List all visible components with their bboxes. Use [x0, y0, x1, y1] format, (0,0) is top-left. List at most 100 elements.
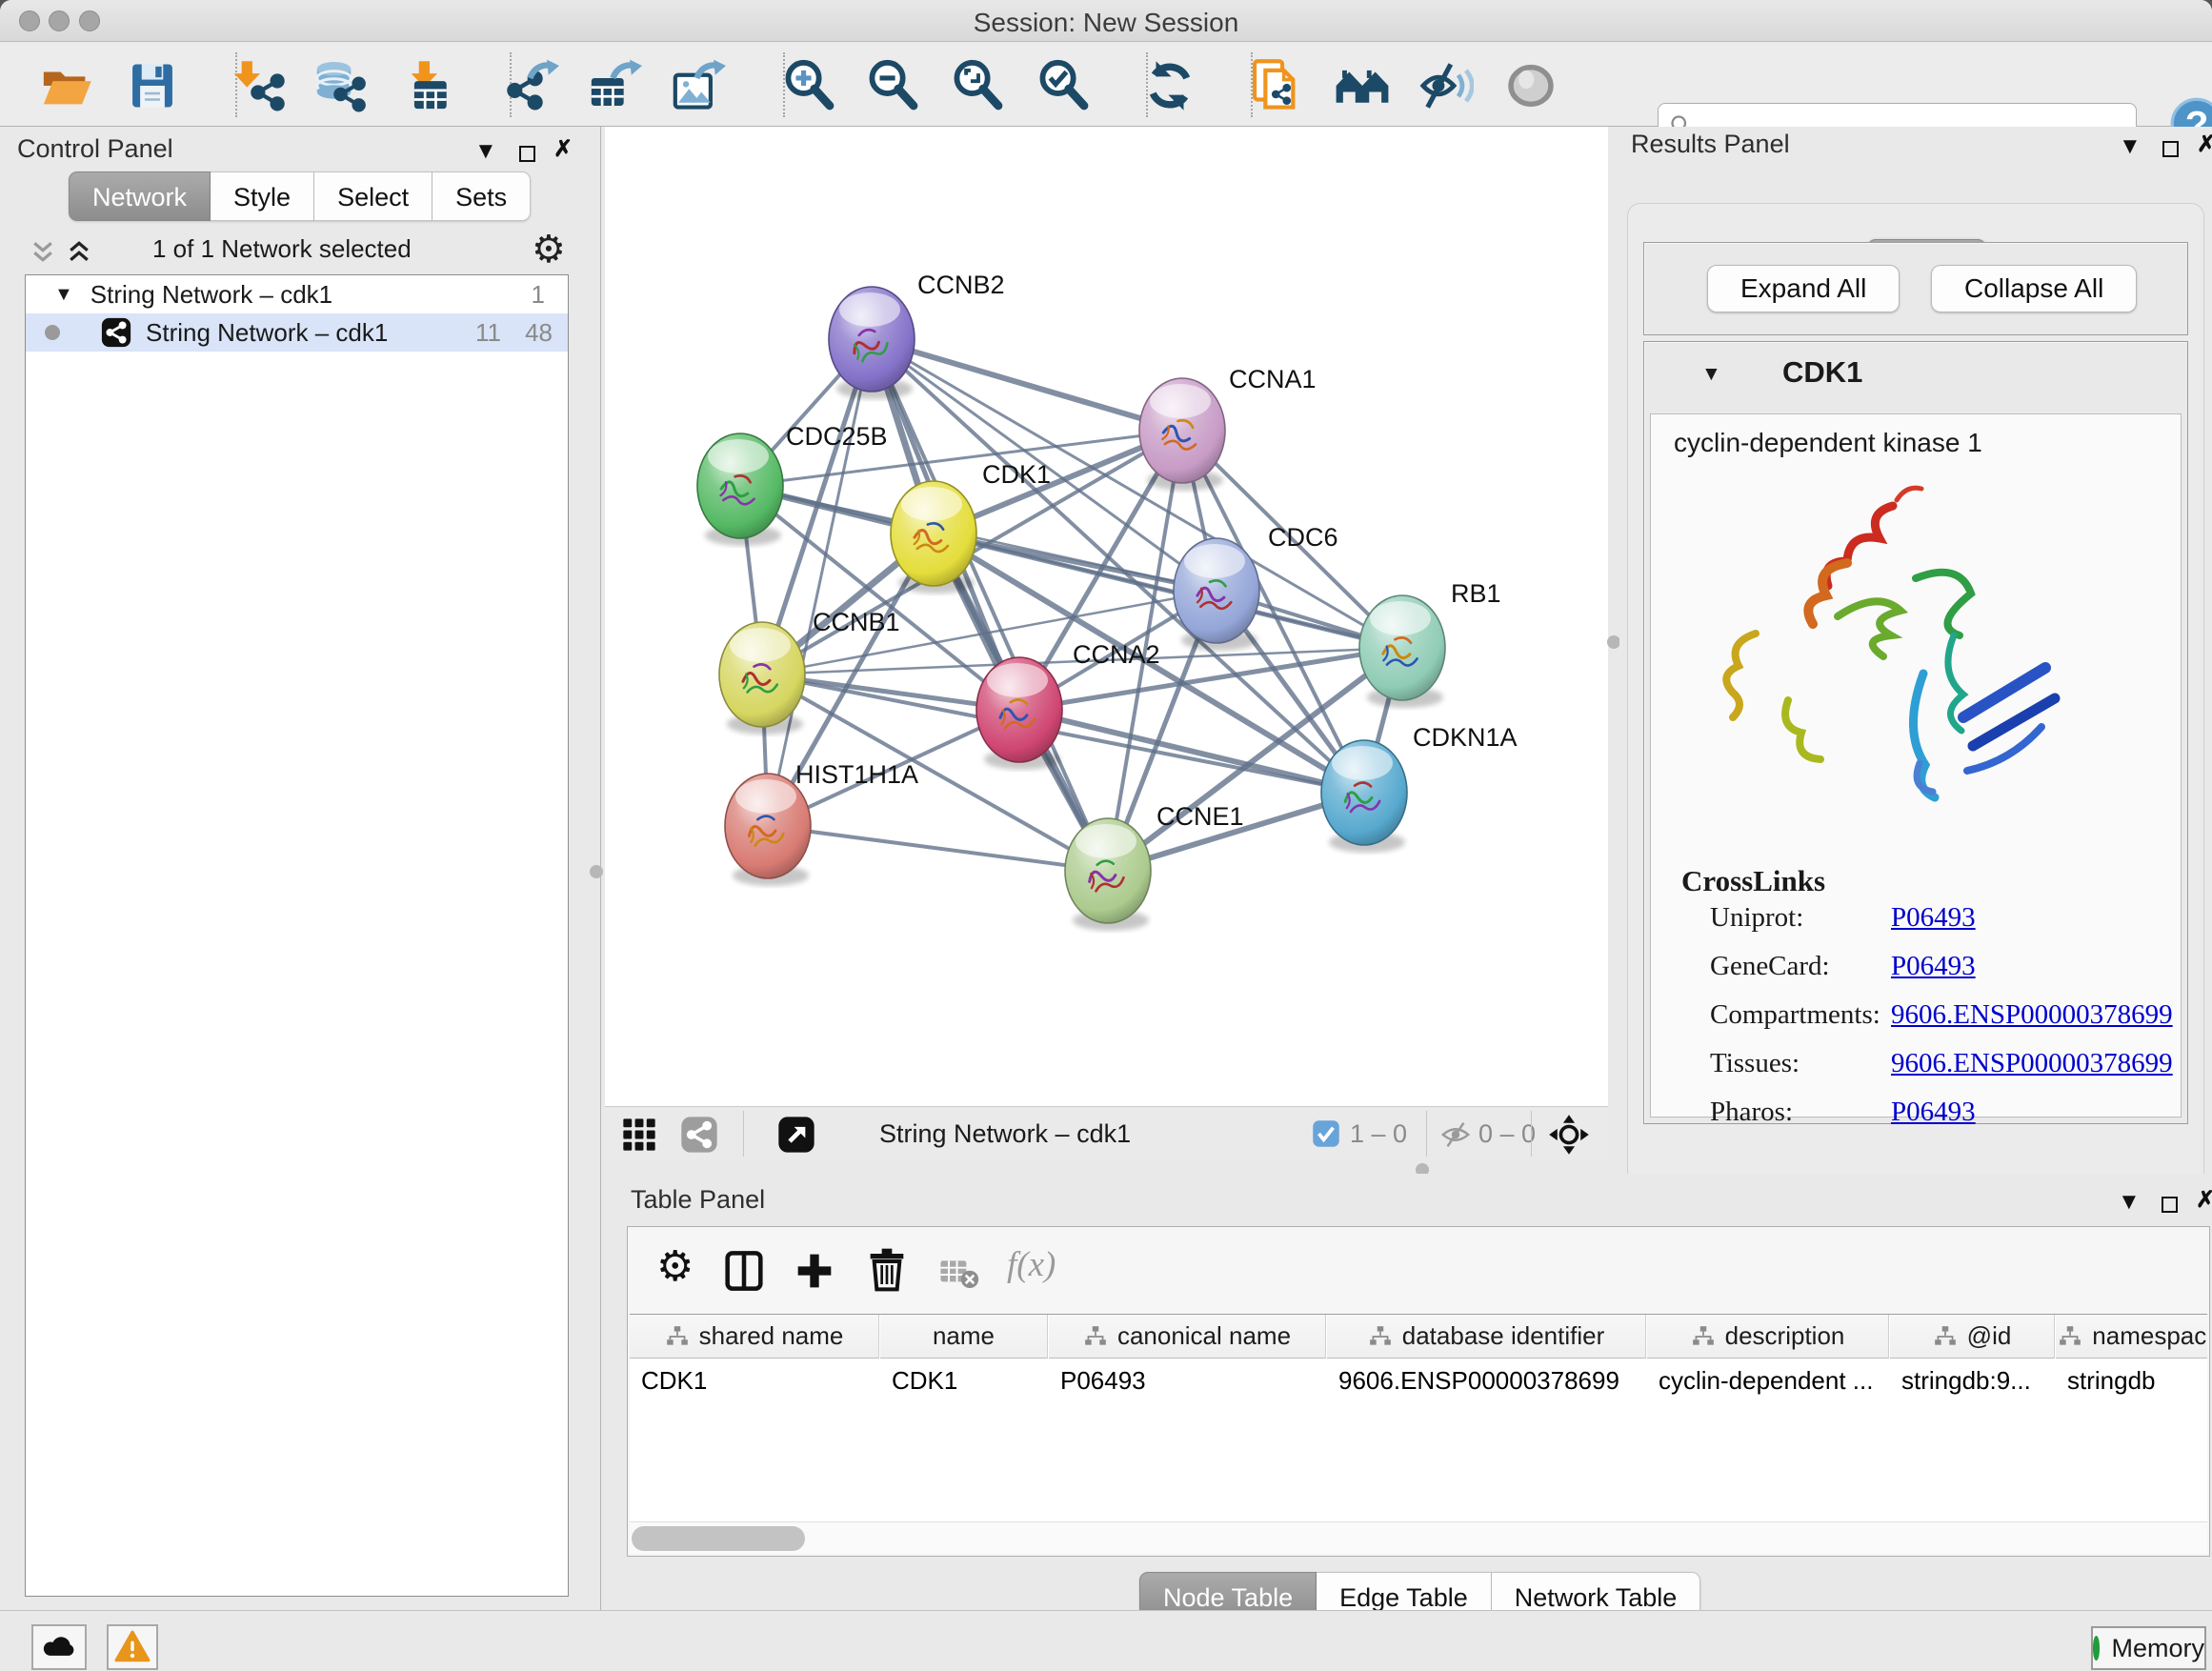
show-columns-icon[interactable]: [721, 1248, 767, 1300]
network-node-CDC6[interactable]: [1174, 538, 1259, 651]
column-header-canonical-name[interactable]: canonical name: [1049, 1315, 1326, 1359]
warning-status-button[interactable]: [107, 1624, 158, 1670]
network-node-HIST1H1A[interactable]: [725, 774, 811, 886]
clone-network-icon[interactable]: [1245, 56, 1304, 115]
table-cell[interactable]: CDK1: [630, 1359, 879, 1401]
network-node-CDKN1A[interactable]: [1321, 740, 1407, 853]
left-splitter-handle[interactable]: [590, 865, 603, 878]
zoom-selected-icon[interactable]: [1035, 56, 1094, 115]
table-cell[interactable]: P06493: [1049, 1359, 1326, 1401]
network-edge[interactable]: [872, 339, 1108, 871]
table-cell[interactable]: 9606.ENSP00000378699: [1327, 1359, 1646, 1401]
home-icon[interactable]: [1333, 56, 1392, 115]
minimize-window-button[interactable]: [49, 10, 70, 31]
memory-button[interactable]: Memory: [2091, 1626, 2206, 1670]
table-horizontal-scrollbar[interactable]: [630, 1521, 2207, 1554]
tab-style[interactable]: Style: [211, 171, 314, 221]
tab-select[interactable]: Select: [314, 171, 432, 221]
close-window-button[interactable]: [19, 10, 40, 31]
results-panel-undock-icon[interactable]: [2162, 134, 2179, 164]
zoom-fit-icon[interactable]: [949, 56, 1008, 115]
network-edge[interactable]: [872, 339, 1182, 431]
network-node-CCNE1[interactable]: [1065, 818, 1151, 931]
control-panel-close-icon[interactable]: ✗: [553, 135, 573, 163]
open-in-window-icon[interactable]: [776, 1115, 816, 1161]
control-panel-float-icon[interactable]: ▼: [474, 138, 497, 165]
export-network-icon[interactable]: [502, 56, 561, 115]
zoom-out-icon[interactable]: [864, 56, 923, 115]
export-image-icon[interactable]: [669, 56, 728, 115]
results-panel-float-icon[interactable]: ▼: [2119, 133, 2142, 160]
expand-all-networks-icon[interactable]: [65, 237, 93, 272]
table-panel-close-icon[interactable]: ✗: [2196, 1186, 2212, 1214]
tab-sets[interactable]: Sets: [432, 171, 531, 221]
table-cell[interactable]: stringdb:9...: [1890, 1359, 2055, 1401]
results-panel-close-icon[interactable]: ✗: [2197, 131, 2212, 158]
tab-network[interactable]: Network: [69, 171, 211, 221]
network-view-canvas[interactable]: CCNB2 CCNA1 CDC25B CDK1: [605, 127, 1608, 1106]
crosslink-genecard-link[interactable]: P06493: [1891, 951, 1976, 982]
crosslink-label: GeneCard:: [1710, 951, 1830, 981]
create-column-icon[interactable]: [792, 1248, 837, 1300]
delete-column-trash-icon[interactable]: [864, 1246, 910, 1299]
table-panel: Table Panel ▼ ✗ ⚙ f(x) shared nameCDK1na…: [614, 1174, 2212, 1610]
network-node-CDK1[interactable]: [891, 481, 976, 594]
column-header-@id[interactable]: @id: [1890, 1315, 2055, 1359]
table-panel-float-icon[interactable]: ▼: [2118, 1189, 2141, 1216]
collapse-all-networks-icon[interactable]: [29, 237, 57, 272]
birds-eye-view-icon[interactable]: [620, 1116, 658, 1160]
hide-graphics-icon[interactable]: [1417, 56, 1476, 115]
save-session-icon[interactable]: [123, 56, 182, 115]
show-graphics-disabled-icon[interactable]: [1501, 56, 1560, 115]
import-table-icon[interactable]: [400, 56, 459, 115]
collapse-all-button[interactable]: Collapse All: [1931, 265, 2137, 312]
fit-content-crosshair-icon[interactable]: [1548, 1114, 1590, 1162]
network-row-selected[interactable]: String Network – cdk1 11 48: [26, 313, 568, 352]
column-header-database-identifier[interactable]: database identifier: [1327, 1315, 1646, 1359]
table-options-gear-icon[interactable]: ⚙: [656, 1242, 694, 1291]
crosslink-pharos-link[interactable]: P06493: [1891, 1097, 1976, 1128]
string-style-icon[interactable]: [679, 1115, 719, 1161]
right-splitter-handle[interactable]: [1607, 635, 1620, 649]
table-panel-undock-icon[interactable]: [2162, 1190, 2178, 1219]
network-node-RB1[interactable]: [1359, 595, 1445, 708]
gene-collapse-icon[interactable]: ▼: [1701, 363, 1721, 386]
network-edge[interactable]: [768, 339, 872, 826]
column-header-name[interactable]: name: [880, 1315, 1048, 1359]
network-options-gear-icon[interactable]: ⚙: [532, 228, 566, 272]
collection-expander-icon[interactable]: ▼: [54, 284, 73, 306]
cloud-status-button[interactable]: [31, 1624, 87, 1670]
control-panel-undock-icon[interactable]: [519, 139, 535, 169]
network-collection-row[interactable]: ▼ String Network – cdk1 1: [26, 275, 568, 313]
crosslink-compartments-link[interactable]: 9606.ENSP00000378699: [1891, 999, 2173, 1031]
scrollbar-thumb[interactable]: [632, 1526, 805, 1551]
control-panel-tabs: NetworkStyleSelectSets: [69, 171, 531, 221]
column-header-description[interactable]: description: [1647, 1315, 1889, 1359]
network-edge[interactable]: [768, 826, 1108, 871]
import-network-file-icon[interactable]: [231, 56, 290, 115]
import-network-database-icon[interactable]: [311, 56, 370, 115]
network-node-CCNA2[interactable]: [976, 657, 1062, 770]
maximize-window-button[interactable]: [79, 10, 100, 31]
table-cell[interactable]: stringdb: [2056, 1359, 2207, 1401]
network-node-CCNB1[interactable]: [719, 622, 805, 735]
toolbar-separator: [1531, 1111, 1532, 1157]
column-header-shared-name[interactable]: shared name: [630, 1315, 879, 1359]
network-node-CDC25B[interactable]: [697, 433, 783, 546]
title-bar: Session: New Session: [0, 0, 2212, 42]
refresh-icon[interactable]: [1140, 56, 1199, 115]
export-table-icon[interactable]: [585, 56, 644, 115]
crosslink-label: Tissues:: [1710, 1048, 1800, 1078]
network-node-CCNB2[interactable]: [829, 287, 915, 399]
table-cell[interactable]: cyclin-dependent ...: [1647, 1359, 1889, 1401]
table-cell[interactable]: CDK1: [880, 1359, 1048, 1401]
crosslink-uniprot-link[interactable]: P06493: [1891, 902, 1976, 934]
selected-checkbox[interactable]: [1312, 1119, 1340, 1155]
network-node-CCNA1[interactable]: [1139, 378, 1225, 491]
expand-all-button[interactable]: Expand All: [1707, 265, 1900, 312]
open-session-icon[interactable]: [37, 56, 96, 115]
column-header-namespace[interactable]: namespace: [2056, 1315, 2207, 1359]
crosslink-tissues-link[interactable]: 9606.ENSP00000378699: [1891, 1048, 2173, 1079]
zoom-in-icon[interactable]: [780, 56, 839, 115]
node-label-HIST1H1A: HIST1H1A: [795, 760, 918, 789]
